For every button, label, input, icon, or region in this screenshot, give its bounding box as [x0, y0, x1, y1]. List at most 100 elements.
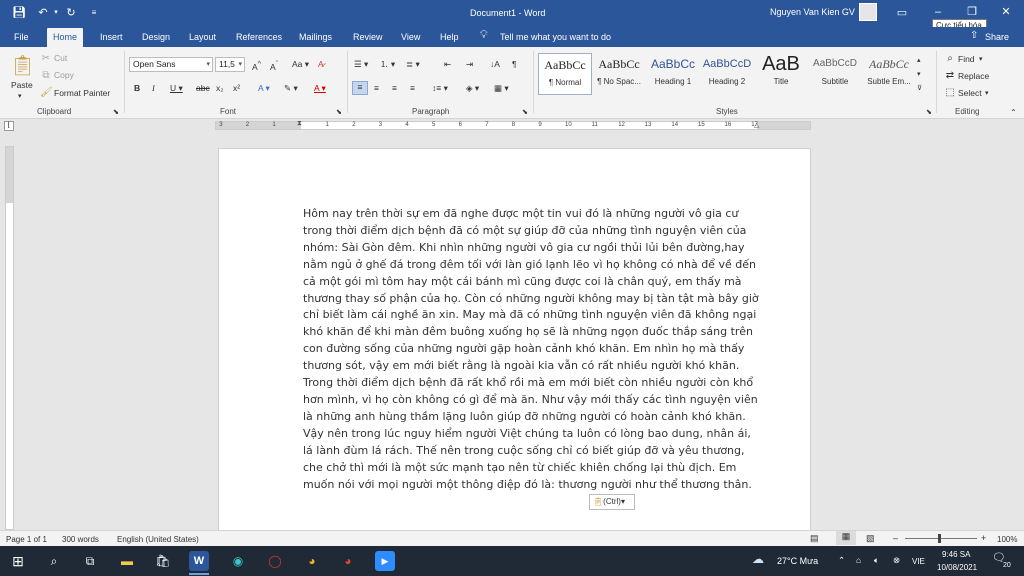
- format-painter-button[interactable]: Format Painter: [54, 88, 110, 99]
- align-right-icon[interactable]: ≡: [392, 83, 397, 94]
- file-explorer-icon[interactable]: ▬: [117, 551, 137, 571]
- web-layout-icon[interactable]: ▧: [866, 533, 875, 544]
- style-heading-1[interactable]: AaBbCc Heading 1: [646, 53, 700, 95]
- decrease-indent-icon[interactable]: ⇤: [444, 59, 451, 70]
- input-language[interactable]: VIE: [912, 556, 925, 567]
- weather-status[interactable]: 27°C Mưa: [777, 556, 818, 567]
- right-indent-marker-icon[interactable]: △: [754, 121, 759, 129]
- zoom-slider-thumb[interactable]: [938, 534, 941, 543]
- superscript-icon[interactable]: x²: [233, 83, 240, 94]
- justify-icon[interactable]: ≡: [410, 83, 415, 94]
- style-title[interactable]: AaB Title: [754, 53, 808, 95]
- change-case-icon[interactable]: Aa ▾: [292, 59, 309, 70]
- network-icon[interactable]: ⌂: [856, 555, 861, 566]
- print-layout-icon[interactable]: ▦: [836, 531, 856, 545]
- font-size-combo[interactable]: 11,5 ▾: [215, 57, 245, 72]
- word-count[interactable]: 300 words: [62, 534, 99, 545]
- edge-icon[interactable]: ◉: [228, 551, 248, 571]
- restore-icon[interactable]: ❐: [965, 5, 979, 19]
- tab-home[interactable]: Home: [47, 28, 84, 47]
- chevron-up-icon[interactable]: ⌃: [838, 555, 845, 566]
- italic-icon[interactable]: I: [152, 83, 155, 94]
- word-taskbar-icon[interactable]: W: [189, 551, 209, 571]
- zoom-in-icon[interactable]: +: [981, 533, 986, 544]
- undo-icon[interactable]: ↶: [36, 6, 50, 20]
- ribbon-display-icon[interactable]: ▭: [895, 6, 909, 20]
- subscript-icon[interactable]: x₂: [216, 83, 224, 94]
- tab-references[interactable]: References: [236, 31, 282, 43]
- opera-icon[interactable]: ◯: [265, 551, 285, 571]
- document-body-text[interactable]: Hôm nay trên thời sự em đã nghe được một…: [303, 206, 761, 493]
- tab-file[interactable]: File: [14, 31, 29, 43]
- text-effects-icon[interactable]: A ▾: [258, 83, 270, 94]
- zoom-slider[interactable]: [905, 538, 977, 539]
- clear-formatting-icon[interactable]: A̷: [318, 59, 324, 70]
- align-center-icon[interactable]: ≡: [374, 83, 379, 94]
- zoom-out-icon[interactable]: –: [893, 533, 898, 544]
- clock-date[interactable]: 10/08/2021: [937, 562, 977, 573]
- windows-start-icon[interactable]: ⊞: [8, 551, 28, 571]
- shading-icon[interactable]: ◈ ▾: [466, 83, 479, 94]
- zoom-app-icon[interactable]: ▶: [375, 551, 395, 571]
- search-icon[interactable]: ⌕: [44, 551, 64, 571]
- language-indicator[interactable]: English (United States): [117, 534, 199, 545]
- chrome-icon[interactable]: ◕: [338, 551, 358, 571]
- save-icon[interactable]: 💾︎: [12, 6, 26, 20]
- styles-more-icon[interactable]: ⊽: [917, 83, 922, 94]
- shrink-font-icon[interactable]: Aˇ: [270, 59, 278, 73]
- styles-launcher-icon[interactable]: ⬊: [926, 107, 932, 119]
- redo-icon[interactable]: ↻: [64, 6, 78, 20]
- customize-toolbar-icon[interactable]: ≡: [88, 6, 100, 20]
- font-launcher-icon[interactable]: ⬊: [336, 107, 342, 119]
- read-mode-icon[interactable]: ▤: [810, 533, 819, 544]
- tab-mailings[interactable]: Mailings: [299, 31, 332, 43]
- document-page[interactable]: Hôm nay trên thời sự em đã nghe được một…: [218, 148, 811, 533]
- page-count[interactable]: Page 1 of 1: [6, 534, 47, 545]
- align-left-icon[interactable]: ≡: [352, 81, 368, 95]
- select-button[interactable]: Select: [958, 88, 982, 99]
- numbering-icon[interactable]: ⒈ ▾: [380, 59, 395, 70]
- cut-button[interactable]: Cut: [54, 53, 67, 64]
- chevron-down-icon[interactable]: ▾: [979, 54, 983, 65]
- font-color-icon[interactable]: A ▾: [314, 83, 326, 94]
- bullets-icon[interactable]: ☰ ▾: [354, 59, 368, 70]
- paste-options-button[interactable]: 📋︎(Ctrl)▾: [589, 494, 635, 510]
- close-icon[interactable]: ✕: [999, 5, 1013, 19]
- tab-view[interactable]: View: [401, 31, 420, 43]
- copy-button[interactable]: Copy: [54, 70, 74, 81]
- style-subtitle[interactable]: AaBbCcD Subtitle: [808, 53, 862, 95]
- share-button[interactable]: Share: [985, 31, 1009, 43]
- increase-indent-icon[interactable]: ⇥: [466, 59, 473, 70]
- highlight-icon[interactable]: ✎ ▾: [284, 83, 298, 94]
- tab-help[interactable]: Help: [440, 31, 459, 43]
- find-button[interactable]: Find: [958, 54, 975, 65]
- style-heading-2[interactable]: AaBbCcD Heading 2: [700, 53, 754, 95]
- tab-design[interactable]: Design: [142, 31, 170, 43]
- minimize-icon[interactable]: –: [931, 5, 945, 19]
- store-icon[interactable]: 🛍︎: [153, 551, 173, 571]
- bold-icon[interactable]: B: [134, 83, 140, 94]
- tab-insert[interactable]: Insert: [100, 31, 123, 43]
- battery-icon[interactable]: ⊗: [893, 555, 900, 566]
- horizontal-ruler[interactable]: 3 2 1 1 2 3 4 5 6 7 8 9 10 11 12 13 14 15 16 17 ⧗ △: [215, 120, 811, 130]
- style-subtle-emphasis[interactable]: AaBbCc Subtle Em...: [862, 53, 916, 95]
- zoom-level[interactable]: 100%: [997, 534, 1017, 545]
- grow-font-icon[interactable]: A^: [252, 59, 261, 73]
- clock-time[interactable]: 9:46 SA: [942, 549, 970, 560]
- tab-layout[interactable]: Layout: [189, 31, 216, 43]
- sort-icon[interactable]: ↓A: [490, 59, 500, 70]
- style-normal[interactable]: AaBbCc ¶ Normal: [538, 53, 592, 95]
- task-view-icon[interactable]: ⧉: [80, 551, 100, 571]
- style-no-spacing[interactable]: AaBbCc ¶ No Spac...: [592, 53, 646, 95]
- chrome-icon[interactable]: ◕: [302, 551, 322, 571]
- undo-dropdown-icon[interactable]: ▾: [52, 6, 60, 20]
- font-name-combo[interactable]: Open Sans ▾: [129, 57, 213, 72]
- tell-me-search[interactable]: Tell me what you want to do: [500, 31, 611, 43]
- avatar[interactable]: [859, 3, 877, 21]
- tab-review[interactable]: Review: [353, 31, 383, 43]
- volume-icon[interactable]: 🔈︎: [874, 555, 879, 566]
- collapse-ribbon-icon[interactable]: ⌃: [1010, 107, 1017, 119]
- vertical-ruler[interactable]: [5, 146, 14, 530]
- line-spacing-icon[interactable]: ↕≡ ▾: [432, 83, 448, 94]
- show-marks-icon[interactable]: ¶: [512, 59, 517, 70]
